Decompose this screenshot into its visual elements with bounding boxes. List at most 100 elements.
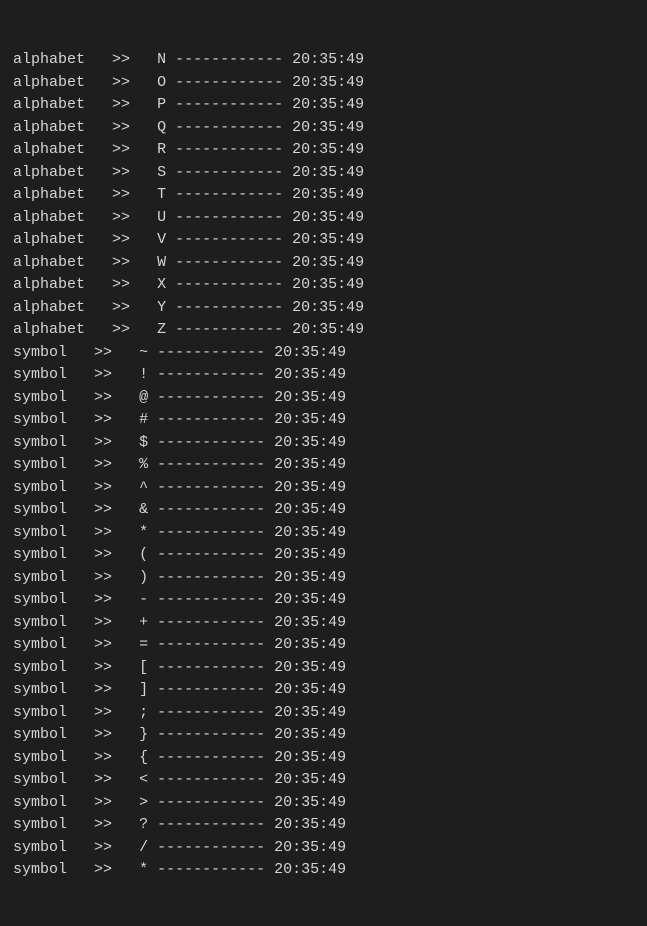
arrow: >> bbox=[94, 591, 112, 608]
dashes: ------------ bbox=[157, 591, 265, 608]
arrow: >> bbox=[112, 119, 130, 136]
alphabet-char: Y bbox=[157, 299, 166, 316]
dashes: ------------ bbox=[157, 569, 265, 586]
arrow: >> bbox=[94, 546, 112, 563]
symbol-label: symbol bbox=[13, 501, 67, 518]
symbol-char: @ bbox=[139, 389, 148, 406]
alphabet-line: alphabet >> V ------------ 20:35:49 bbox=[4, 229, 647, 252]
symbol-char: ? bbox=[139, 816, 148, 833]
dashes: ------------ bbox=[157, 344, 265, 361]
timestamp: 20:35:49 bbox=[292, 231, 364, 248]
symbol-char: ) bbox=[139, 569, 148, 586]
alphabet-char: T bbox=[157, 186, 166, 203]
alphabet-line: alphabet >> R ------------ 20:35:49 bbox=[4, 139, 647, 162]
alphabet-char: Q bbox=[157, 119, 166, 136]
symbol-label: symbol bbox=[13, 816, 67, 833]
timestamp: 20:35:49 bbox=[274, 591, 346, 608]
symbol-char: ^ bbox=[139, 479, 148, 496]
arrow: >> bbox=[94, 816, 112, 833]
symbol-line: symbol >> * ------------ 20:35:49 bbox=[4, 522, 647, 545]
dashes: ------------ bbox=[157, 636, 265, 653]
symbol-line: symbol >> - ------------ 20:35:49 bbox=[4, 589, 647, 612]
arrow: >> bbox=[94, 456, 112, 473]
symbol-label: symbol bbox=[13, 366, 67, 383]
alphabet-label: alphabet bbox=[13, 254, 85, 271]
symbol-label: symbol bbox=[13, 479, 67, 496]
symbol-char: [ bbox=[139, 659, 148, 676]
alphabet-line: alphabet >> S ------------ 20:35:49 bbox=[4, 162, 647, 185]
arrow: >> bbox=[112, 74, 130, 91]
dashes: ------------ bbox=[157, 614, 265, 631]
dashes: ------------ bbox=[175, 299, 283, 316]
alphabet-label: alphabet bbox=[13, 119, 85, 136]
arrow: >> bbox=[94, 861, 112, 878]
dashes: ------------ bbox=[175, 96, 283, 113]
alphabet-char: O bbox=[157, 74, 166, 91]
arrow: >> bbox=[112, 299, 130, 316]
dashes: ------------ bbox=[157, 816, 265, 833]
arrow: >> bbox=[94, 411, 112, 428]
symbol-line: symbol >> ^ ------------ 20:35:49 bbox=[4, 477, 647, 500]
symbol-char: - bbox=[139, 591, 148, 608]
symbol-char: * bbox=[139, 861, 148, 878]
symbol-line: symbol >> ~ ------------ 20:35:49 bbox=[4, 342, 647, 365]
dashes: ------------ bbox=[175, 141, 283, 158]
symbol-char: / bbox=[139, 839, 148, 856]
timestamp: 20:35:49 bbox=[274, 861, 346, 878]
arrow: >> bbox=[94, 794, 112, 811]
dashes: ------------ bbox=[175, 276, 283, 293]
dashes: ------------ bbox=[157, 861, 265, 878]
timestamp: 20:35:49 bbox=[274, 659, 346, 676]
arrow: >> bbox=[112, 254, 130, 271]
timestamp: 20:35:49 bbox=[274, 614, 346, 631]
symbol-line: symbol >> / ------------ 20:35:49 bbox=[4, 837, 647, 860]
dashes: ------------ bbox=[175, 119, 283, 136]
arrow: >> bbox=[94, 681, 112, 698]
timestamp: 20:35:49 bbox=[292, 96, 364, 113]
arrow: >> bbox=[112, 141, 130, 158]
alphabet-char: X bbox=[157, 276, 166, 293]
symbol-label: symbol bbox=[13, 344, 67, 361]
timestamp: 20:35:49 bbox=[274, 771, 346, 788]
symbol-label: symbol bbox=[13, 794, 67, 811]
dashes: ------------ bbox=[157, 704, 265, 721]
dashes: ------------ bbox=[157, 771, 265, 788]
timestamp: 20:35:49 bbox=[292, 209, 364, 226]
symbol-label: symbol bbox=[13, 636, 67, 653]
timestamp: 20:35:49 bbox=[274, 411, 346, 428]
alphabet-line: alphabet >> T ------------ 20:35:49 bbox=[4, 184, 647, 207]
arrow: >> bbox=[94, 344, 112, 361]
alphabet-char: W bbox=[157, 254, 166, 271]
arrow: >> bbox=[112, 96, 130, 113]
dashes: ------------ bbox=[157, 501, 265, 518]
arrow: >> bbox=[94, 366, 112, 383]
dashes: ------------ bbox=[175, 321, 283, 338]
timestamp: 20:35:49 bbox=[274, 366, 346, 383]
arrow: >> bbox=[112, 321, 130, 338]
alphabet-label: alphabet bbox=[13, 231, 85, 248]
dashes: ------------ bbox=[157, 434, 265, 451]
timestamp: 20:35:49 bbox=[274, 816, 346, 833]
timestamp: 20:35:49 bbox=[292, 141, 364, 158]
symbol-label: symbol bbox=[13, 411, 67, 428]
symbol-line: symbol >> ( ------------ 20:35:49 bbox=[4, 544, 647, 567]
symbol-char: $ bbox=[139, 434, 148, 451]
timestamp: 20:35:49 bbox=[274, 524, 346, 541]
symbol-line: symbol >> } ------------ 20:35:49 bbox=[4, 724, 647, 747]
terminal-output: alphabet >> N ------------ 20:35:49 alph… bbox=[0, 0, 647, 926]
timestamp: 20:35:49 bbox=[274, 704, 346, 721]
arrow: >> bbox=[94, 636, 112, 653]
timestamp: 20:35:49 bbox=[292, 186, 364, 203]
arrow: >> bbox=[94, 659, 112, 676]
symbol-char: ; bbox=[139, 704, 148, 721]
symbol-char: * bbox=[139, 524, 148, 541]
dashes: ------------ bbox=[157, 659, 265, 676]
symbol-label: symbol bbox=[13, 569, 67, 586]
arrow: >> bbox=[94, 839, 112, 856]
symbol-label: symbol bbox=[13, 681, 67, 698]
alphabet-label: alphabet bbox=[13, 276, 85, 293]
symbol-char: < bbox=[139, 771, 148, 788]
arrow: >> bbox=[94, 389, 112, 406]
alphabet-char: P bbox=[157, 96, 166, 113]
arrow: >> bbox=[112, 164, 130, 181]
